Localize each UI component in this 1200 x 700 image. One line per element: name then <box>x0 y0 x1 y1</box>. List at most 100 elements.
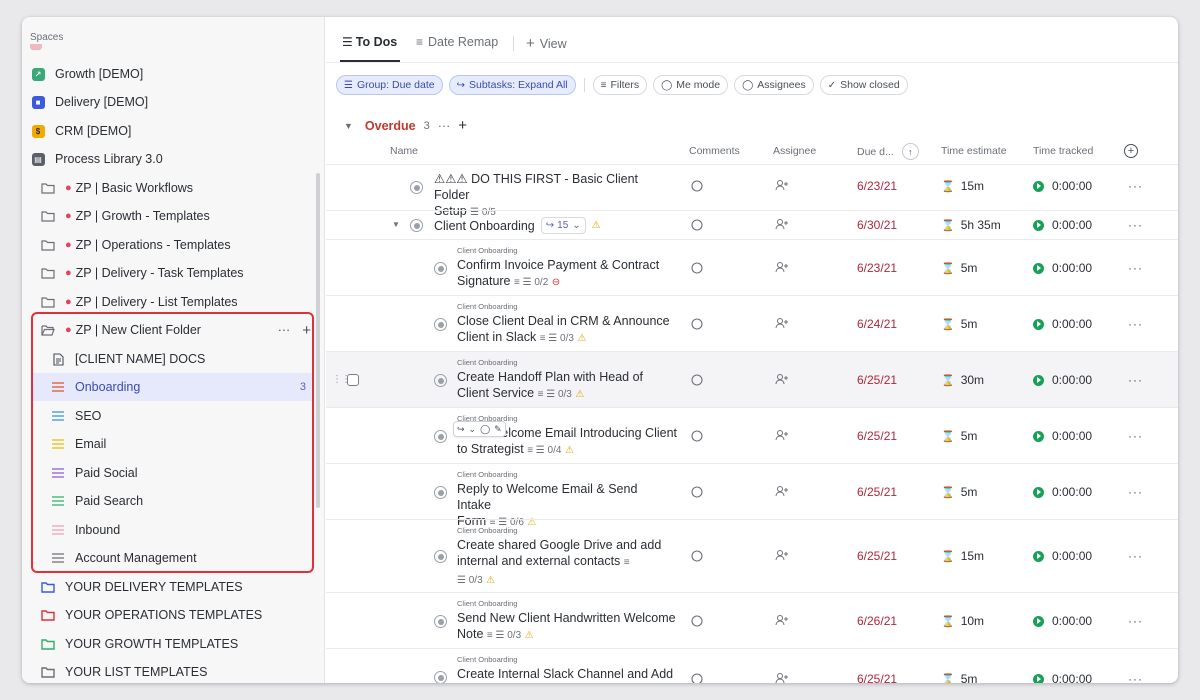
row-more-button[interactable]: ··· <box>1128 614 1143 628</box>
table-row[interactable]: Client Onboarding Reply to Welcome Email… <box>326 463 1178 528</box>
time-tracked[interactable]: 0:00:00 <box>1033 218 1092 232</box>
time-estimate[interactable]: ⌛ 5m <box>941 485 977 499</box>
column-header-time-estimate[interactable]: Time estimate <box>941 145 1007 157</box>
play-icon[interactable] <box>1033 374 1044 386</box>
status-icon[interactable] <box>410 181 423 194</box>
comment-icon[interactable] <box>691 486 703 498</box>
time-estimate[interactable]: ⌛ 5m <box>941 429 977 443</box>
me-mode-button[interactable]: ◯ Me mode <box>653 75 729 95</box>
comment-icon[interactable] <box>691 318 703 330</box>
folder-your-operations-templates[interactable]: YOUR OPERATIONS TEMPLATES <box>22 601 324 629</box>
table-row[interactable]: ⚠⚠⚠ DO THIS FIRST - Basic Client Folder … <box>326 164 1178 218</box>
task-name[interactable]: Client Onboarding ↪ 15 ⌄ ⚠ <box>434 217 694 234</box>
task-name[interactable]: Send New Client Handwritten Welcome Note… <box>457 610 682 644</box>
folder-your-list-templates[interactable]: YOUR LIST TEMPLATES <box>22 658 324 683</box>
row-more-button[interactable]: ··· <box>1128 261 1143 275</box>
time-tracked[interactable]: 0:00:00 <box>1033 179 1092 193</box>
folder-your-growth-templates[interactable]: YOUR GROWTH TEMPLATES <box>22 630 324 658</box>
add-assignee-icon[interactable] <box>775 317 789 329</box>
play-icon[interactable] <box>1033 318 1044 330</box>
due-date[interactable]: 6/26/21 <box>857 614 897 628</box>
play-icon[interactable] <box>1033 262 1044 274</box>
comment-icon[interactable] <box>691 219 703 231</box>
comment-icon[interactable] <box>691 550 703 562</box>
status-icon[interactable] <box>434 486 447 499</box>
space-delivery-demo[interactable]: ■ Delivery [DEMO] <box>22 88 324 116</box>
play-icon[interactable] <box>1033 615 1044 627</box>
time-estimate[interactable]: ⌛ 5h 35m <box>941 218 1001 232</box>
time-tracked[interactable]: 0:00:00 <box>1033 672 1092 683</box>
add-assignee-icon[interactable] <box>775 261 789 273</box>
row-more-button[interactable]: ··· <box>1128 317 1143 331</box>
add-column-button[interactable]: + <box>1124 144 1138 158</box>
comment-icon[interactable] <box>691 374 703 386</box>
group-add-button[interactable]: + <box>458 117 467 134</box>
time-tracked[interactable]: 0:00:00 <box>1033 317 1092 331</box>
play-icon[interactable] <box>1033 486 1044 498</box>
task-name[interactable]: Create Handoff Plan with Head of Client … <box>457 369 672 403</box>
filters-button[interactable]: ≡ Filters <box>592 75 648 95</box>
add-assignee-icon[interactable] <box>775 614 789 626</box>
table-row[interactable]: Client Onboarding Create Internal Slack … <box>326 648 1178 683</box>
time-tracked[interactable]: 0:00:00 <box>1033 549 1092 563</box>
row-more-button[interactable]: ··· <box>1128 218 1143 232</box>
row-more-button[interactable]: ··· <box>1128 179 1143 193</box>
play-icon[interactable] <box>1033 430 1044 442</box>
tab-todos[interactable]: ☰ To Dos <box>342 35 397 49</box>
time-tracked[interactable]: 0:00:00 <box>1033 485 1092 499</box>
comment-icon[interactable] <box>691 430 703 442</box>
group-more-button[interactable]: ··· <box>438 119 451 133</box>
row-checkbox[interactable] <box>347 374 359 386</box>
space-growth-demo[interactable]: ↗ Growth [DEMO] <box>22 60 324 88</box>
due-date[interactable]: 6/23/21 <box>857 179 897 193</box>
time-tracked[interactable]: 0:00:00 <box>1033 373 1092 387</box>
time-estimate[interactable]: ⌛ 5m <box>941 261 977 275</box>
due-date[interactable]: 6/25/21 <box>857 485 897 499</box>
folder-growth-templates[interactable]: ● ZP | Growth - Templates <box>22 202 324 230</box>
due-date[interactable]: 6/25/21 <box>857 373 897 387</box>
comment-icon[interactable] <box>691 180 703 192</box>
time-estimate[interactable]: ⌛ 15m <box>941 549 984 563</box>
status-icon[interactable] <box>434 262 447 275</box>
time-estimate[interactable]: ⌛ 15m <box>941 179 984 193</box>
time-estimate[interactable]: ⌛ 10m <box>941 614 984 628</box>
collapse-caret-icon[interactable]: ▼ <box>344 121 353 131</box>
status-icon[interactable] <box>434 430 447 443</box>
status-icon[interactable] <box>434 374 447 387</box>
due-date[interactable]: 6/25/21 <box>857 549 897 563</box>
table-row[interactable]: Client Onboarding Confirm Invoice Paymen… <box>326 239 1178 295</box>
table-row[interactable]: Client Onboarding Close Client Deal in C… <box>326 295 1178 351</box>
space-crm-demo[interactable]: $ CRM [DEMO] <box>22 117 324 145</box>
folder-basic-workflows[interactable]: ● ZP | Basic Workflows <box>22 174 324 202</box>
due-date[interactable]: 6/24/21 <box>857 317 897 331</box>
column-header-time-tracked[interactable]: Time tracked <box>1033 145 1093 157</box>
space-process-library[interactable]: ▤ Process Library 3.0 <box>22 145 324 173</box>
add-assignee-icon[interactable] <box>775 672 789 683</box>
time-tracked[interactable]: 0:00:00 <box>1033 261 1092 275</box>
sort-arrow-up-icon[interactable]: ↑ <box>901 143 919 160</box>
time-tracked[interactable]: 0:00:00 <box>1033 429 1092 443</box>
play-icon[interactable] <box>1033 219 1044 231</box>
add-assignee-icon[interactable] <box>775 429 789 441</box>
status-icon[interactable] <box>434 318 447 331</box>
status-icon[interactable] <box>410 219 423 232</box>
tag-icon[interactable]: ◯ <box>480 424 490 435</box>
row-more-button[interactable]: ··· <box>1128 485 1143 499</box>
comment-icon[interactable] <box>691 673 703 683</box>
status-icon[interactable] <box>434 671 447 683</box>
folder-your-delivery-templates[interactable]: YOUR DELIVERY TEMPLATES <box>22 573 324 601</box>
expand-caret-icon[interactable]: ▼ <box>392 220 400 229</box>
time-tracked[interactable]: 0:00:00 <box>1033 614 1092 628</box>
task-name[interactable]: Create shared Google Drive and add inter… <box>457 537 672 589</box>
group-by-button[interactable]: ☰ Group: Due date <box>336 75 443 95</box>
status-icon[interactable] <box>434 550 447 563</box>
sidebar-scrollbar[interactable] <box>316 173 320 508</box>
column-header-due-date[interactable]: Due d... ↑ <box>857 143 919 160</box>
pencil-icon[interactable]: ✎ <box>494 424 502 435</box>
task-name[interactable]: Create Internal Slack Channel and Add <box>457 666 682 682</box>
table-row[interactable]: Client Onboarding Send New Client Handwr… <box>326 592 1178 648</box>
column-header-name[interactable]: Name <box>390 145 418 157</box>
time-estimate[interactable]: ⌛ 5m <box>941 672 977 683</box>
add-assignee-icon[interactable] <box>775 179 789 191</box>
show-closed-button[interactable]: ✓ Show closed <box>819 75 908 95</box>
